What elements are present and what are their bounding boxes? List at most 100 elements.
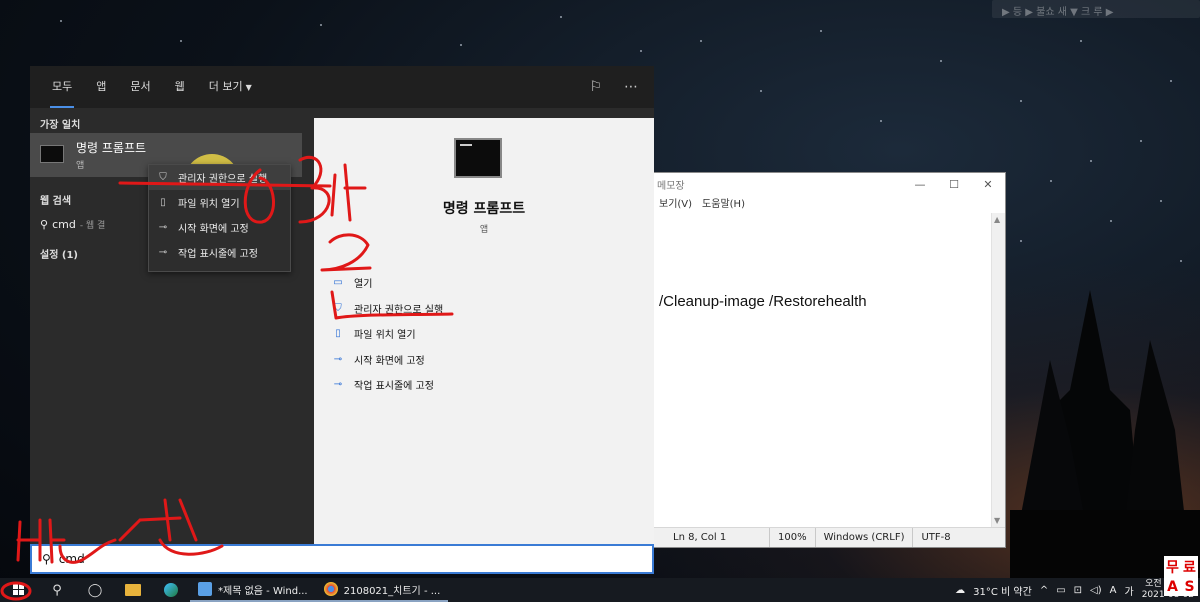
windows-logo-icon [13,584,24,595]
pin-icon: ⊸ [333,353,343,365]
web-search-hint: - 웹 결 [79,221,106,231]
context-menu: ⛉ 관리자 권한으로 실행 ▯ 파일 위치 열기 ⊸ 시작 화면에 고정 ⊸ 작업 표시… [148,164,291,272]
network-icon[interactable]: ⊡ [1074,585,1082,596]
action-open[interactable]: ▭ 열기 [332,270,443,296]
minimize-button[interactable]: — [903,178,937,191]
battery-icon[interactable]: ▭ [1056,585,1065,596]
best-match-type: 앱 [76,161,85,171]
search-panel: 모두 앱 문서 웹 더 보기 ▼ ⚐ ⋯ 가장 일치 명령 프롬프트 앱 웹 검색… [30,66,654,544]
search-query-text[interactable]: cmd [59,552,85,566]
best-match-label: 가장 일치 [40,120,81,131]
action-pin-to-taskbar-label: 작업 표시줄에 고정 [354,381,434,393]
volume-icon[interactable]: ◁) [1090,585,1102,596]
ctx-run-as-admin-label: 관리자 권한으로 실행 [178,174,268,185]
pin-icon: ⊸ [158,222,168,233]
taskbar-app-chrome[interactable]: 2108021_치트기 - ... [315,578,449,602]
badge-char-3: A [1167,579,1178,595]
taskbar-app-notepad[interactable]: *제목 없음 - Wind... [190,578,316,602]
chevron-down-icon: ▼ [245,83,252,92]
more-options-icon[interactable]: ⋯ [624,79,638,95]
close-button[interactable]: ✕ [971,178,1005,191]
detail-title: 명령 프롬프트 [442,201,526,217]
open-icon: ▭ [333,277,343,289]
action-run-as-admin[interactable]: ⛉ 관리자 권한으로 실행 [332,296,443,322]
search-input[interactable]: ⚲ cmd [30,544,654,574]
detail-actions: ▭ 열기 ⛉ 관리자 권한으로 실행 ▯ 파일 위치 열기 ⊸ 시작 화면에 고정 ⊸ 작… [332,270,443,398]
pin-icon: ⊸ [158,247,168,258]
badge-char-2: 료 [1183,560,1196,576]
best-match-name: 명령 프롬프트 [76,141,147,155]
command-prompt-large-icon [454,138,502,178]
search-tabs: 모두 앱 문서 웹 더 보기 ▼ ⚐ ⋯ [30,66,654,108]
command-prompt-icon [40,145,64,163]
ctx-pin-to-taskbar[interactable]: ⊸ 작업 표시줄에 고정 [149,240,290,265]
action-pin-to-taskbar[interactable]: ⊸ 작업 표시줄에 고정 [332,372,443,398]
chrome-icon [323,582,338,596]
tab-web[interactable]: 웹 [163,66,197,108]
action-open-label: 열기 [354,279,373,291]
notepad-menubar: 보기(V) 도움말(H) [653,195,1005,213]
notepad-titlebar[interactable]: 메모장 — ☐ ✕ [653,173,1005,195]
ctx-open-file-location-label: 파일 위치 열기 [178,199,240,210]
taskbar: ⚲ ◯ *제목 없음 - Wind... 2108021_치트기 - ... ☁… [0,578,1200,602]
ctx-open-file-location[interactable]: ▯ 파일 위치 열기 [149,190,290,215]
feedback-icon[interactable]: ⚐ [589,79,602,95]
ctx-pin-to-start[interactable]: ⊸ 시작 화면에 고정 [149,215,290,240]
action-pin-to-start[interactable]: ⊸ 시작 화면에 고정 [332,347,443,373]
action-open-file-location-label: 파일 위치 열기 [354,330,416,342]
notepad-title: 메모장 [657,180,685,192]
notepad-text-content[interactable]: /Cleanup-image /Restorehealth [659,293,867,310]
shield-icon: ⛉ [334,302,342,314]
menu-help[interactable]: 도움말(H) [702,195,745,213]
tab-documents[interactable]: 문서 [118,66,162,108]
badge-char-4: S [1184,579,1195,595]
ctx-pin-to-taskbar-label: 작업 표시줄에 고정 [178,249,258,260]
web-search-item[interactable]: ⚲ cmd - 웹 결 [40,218,105,231]
web-search-query: cmd [52,218,76,231]
action-open-file-location[interactable]: ▯ 파일 위치 열기 [332,321,443,347]
start-button[interactable] [0,578,38,602]
settings-label[interactable]: 설정 (1) [40,246,78,261]
edge-icon[interactable] [152,578,190,602]
ime-indicator[interactable]: A [1110,585,1117,596]
chevron-up-icon[interactable]: ^ [1040,585,1048,596]
ctx-pin-to-start-label: 시작 화면에 고정 [178,224,249,235]
status-zoom: 100% [769,528,815,547]
search-icon[interactable]: ⚲ [38,578,76,602]
action-run-as-admin-label: 관리자 권한으로 실행 [354,304,444,316]
ctx-run-as-admin[interactable]: ⛉ 관리자 권한으로 실행 [149,165,290,190]
notepad-window[interactable]: 메모장 — ☐ ✕ 보기(V) 도움말(H) /Cleanup-image /R… [652,172,1006,548]
tab-more[interactable]: 더 보기 ▼ [197,66,264,108]
top-banner[interactable]: ▶ 등 ▶ 불쇼 새 ▼ 크 루 ▶ [992,0,1200,18]
detail-subtitle: 앱 [479,225,489,235]
web-search-label: 웹 검색 [40,196,72,207]
search-icon: ⚲ [42,552,51,566]
scroll-up-icon[interactable]: ▲ [994,215,1000,224]
folder-icon: ▯ [160,197,166,208]
tab-apps[interactable]: 앱 [84,66,118,108]
status-line-ending: Windows (CRLF) [814,528,913,547]
tree-silhouette [1010,290,1200,580]
pin-icon: ⊸ [333,379,343,391]
maximize-button[interactable]: ☐ [937,178,971,191]
taskbar-app-notepad-label: *제목 없음 - Wind... [218,585,308,597]
weather-icon[interactable]: ☁ [955,585,965,596]
notepad-statusbar: Ln 8, Col 1 100% Windows (CRLF) UTF-8 [653,527,1005,547]
tab-more-label: 더 보기 [208,80,243,93]
status-encoding: UTF-8 [912,528,958,547]
scroll-down-icon[interactable]: ▼ [994,516,1000,525]
badge-char-1: 무 [1166,560,1179,576]
free-as-badge: 무 료 A S [1164,556,1198,596]
ime-mode-indicator[interactable]: 가 [1124,583,1133,598]
notepad-scrollbar[interactable]: ▲ ▼ [991,213,1005,527]
weather-text[interactable]: 31°C 비 약간 [973,583,1032,598]
search-icon: ⚲ [40,218,49,231]
action-pin-to-start-label: 시작 화면에 고정 [354,355,425,367]
taskbar-app-chrome-label: 2108021_치트기 - ... [343,585,441,597]
task-view-icon[interactable]: ◯ [76,578,114,602]
detail-pane: 명령 프롬프트 앱 ▭ 열기 ⛉ 관리자 권한으로 실행 ▯ 파일 위치 열기 ⊸ 시작… [314,118,654,544]
notepad-icon [198,582,212,596]
menu-view[interactable]: 보기(V) [659,195,692,213]
tab-all[interactable]: 모두 [40,66,84,108]
file-explorer-icon[interactable] [114,578,152,602]
